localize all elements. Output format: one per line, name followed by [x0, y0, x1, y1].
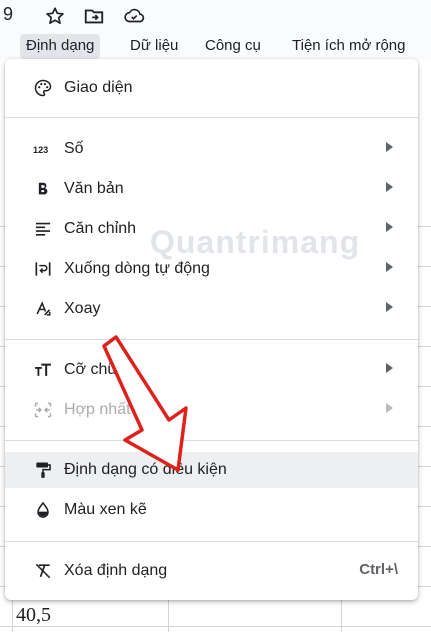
- text-rotation-icon: [33, 299, 53, 319]
- paint-format-icon: [33, 460, 53, 480]
- font-size-icon: [33, 360, 53, 380]
- menu-item-conditional-formatting[interactable]: Định dạng có điều kiện: [5, 452, 418, 488]
- menu-divider: [5, 541, 418, 542]
- menu-item-number[interactable]: 123 Số: [5, 131, 418, 167]
- menu-item-merge-cells[interactable]: Hợp nhất ô: [5, 392, 418, 428]
- svg-text:123: 123: [33, 145, 48, 155]
- document-title-fragment: 9: [3, 4, 14, 24]
- submenu-arrow-icon: [386, 222, 393, 232]
- submenu-arrow-icon: [386, 262, 393, 272]
- menu-divider: [5, 440, 418, 441]
- palette-icon: [33, 78, 53, 98]
- cloud-status-icon[interactable]: [123, 5, 145, 27]
- menubar-data[interactable]: Dữ liệu: [130, 34, 178, 59]
- submenu-arrow-icon: [386, 142, 393, 152]
- submenu-arrow-icon: [386, 403, 393, 413]
- merge-cells-icon: [33, 400, 53, 420]
- menu-item-label: Màu xen kẽ: [64, 501, 147, 518]
- watermark-text: Quantrimang: [150, 224, 361, 260]
- menu-item-label: Hợp nhất ô: [64, 401, 144, 418]
- menu-item-rotation[interactable]: Xoay: [5, 291, 418, 327]
- menubar-tools[interactable]: Công cụ: [205, 34, 261, 59]
- menu-bar: Định dạng Dữ liệu Công cụ Tiện ích mở rộ…: [0, 34, 431, 59]
- submenu-arrow-icon: [386, 363, 393, 373]
- menu-item-label: Căn chỉnh: [64, 220, 137, 237]
- menu-item-label: Xoay: [64, 300, 101, 317]
- submenu-arrow-icon: [386, 302, 393, 312]
- menu-item-shortcut: Ctrl+\: [359, 561, 398, 578]
- menu-item-label: Cỡ chữ: [64, 361, 119, 378]
- color-drop-icon: [33, 500, 53, 520]
- menu-item-alternating-colors[interactable]: Màu xen kẽ: [5, 492, 418, 528]
- menu-item-label: Định dạng có điều kiện: [64, 461, 227, 478]
- menu-item-label: Xóa định dạng: [64, 562, 168, 579]
- number-123-icon: 123: [33, 139, 53, 159]
- menu-item-label: Xuống dòng tự động: [64, 260, 210, 277]
- align-left-icon: [33, 219, 53, 239]
- menu-item-theme[interactable]: Giao diện: [5, 70, 418, 106]
- text-wrap-icon: [33, 259, 53, 279]
- menu-divider: [5, 339, 418, 340]
- move-to-folder-icon[interactable]: [83, 5, 105, 27]
- menu-divider: [5, 117, 418, 118]
- menu-item-clear-formatting[interactable]: Xóa định dạng Ctrl+\: [5, 553, 418, 589]
- menubar-extensions[interactable]: Tiện ích mở rộng: [292, 34, 406, 59]
- clear-format-icon: [33, 561, 53, 581]
- submenu-arrow-icon: [386, 182, 393, 192]
- menu-item-label: Số: [64, 140, 84, 157]
- bold-icon: [33, 179, 53, 199]
- menu-item-label: Giao diện: [64, 79, 133, 96]
- menu-item-text[interactable]: Văn bản: [5, 171, 418, 207]
- menu-item-label: Văn bản: [64, 180, 124, 197]
- star-icon[interactable]: [44, 5, 66, 27]
- format-menu: Giao diện 123 Số Văn bản Căn chỉnh Xuống…: [5, 59, 418, 600]
- menu-item-font-size[interactable]: Cỡ chữ: [5, 352, 418, 388]
- menubar-format[interactable]: Định dạng: [20, 34, 101, 59]
- cell-value: 40,5: [16, 604, 51, 626]
- title-bar: 9: [0, 0, 431, 34]
